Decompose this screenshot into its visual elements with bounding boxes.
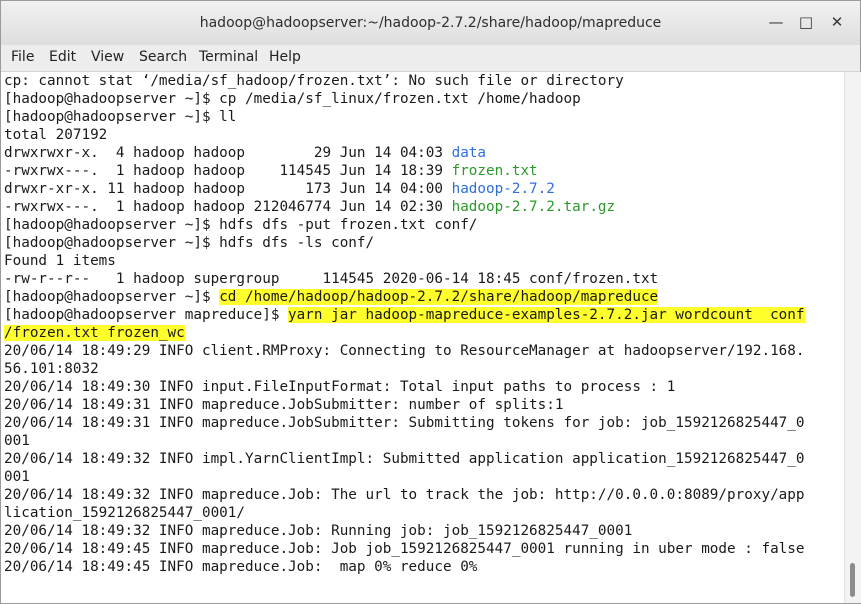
terminal-line: 20/06/14 18:49:45 INFO mapreduce.Job: ma… <box>4 558 477 576</box>
scrollbar-thumb[interactable] <box>850 563 855 597</box>
terminal-text: [hadoop@hadoopserver mapreduce]$ <box>4 307 289 323</box>
terminal-output[interactable]: cp: cannot stat ‘/media/sf_hadoop/frozen… <box>1 72 844 603</box>
terminal-line: lication_1592126825447_0001/ <box>4 504 245 522</box>
terminal-text: 001 <box>4 433 30 449</box>
menu-edit[interactable]: Edit <box>49 49 76 65</box>
terminal-text: 20/06/14 18:49:31 INFO mapreduce.JobSubm… <box>4 415 805 431</box>
terminal-line: Found 1 items <box>4 252 116 270</box>
vertical-scrollbar[interactable] <box>844 72 861 603</box>
terminal-line: 20/06/14 18:49:32 INFO mapreduce.Job: Th… <box>4 486 805 504</box>
terminal-text: 20/06/14 18:49:32 INFO impl.YarnClientIm… <box>4 451 805 467</box>
terminal-text: [hadoop@hadoopserver ~]$ <box>4 289 220 305</box>
terminal-line: [hadoop@hadoopserver ~]$ cp /media/sf_li… <box>4 90 581 108</box>
menu-view[interactable]: View <box>91 49 124 65</box>
terminal-line: [hadoop@hadoopserver ~]$ hdfs dfs -ls co… <box>4 234 374 252</box>
highlighted-command: cd /home/hadoop/hadoop-2.7.2/share/hadoo… <box>219 289 659 305</box>
terminal-text: -rwxrwx---. 1 hadoop hadoop 114545 Jun 1… <box>4 163 452 179</box>
terminal-line: 001 <box>4 432 30 450</box>
terminal-text: [hadoop@hadoopserver ~]$ hdfs dfs -put f… <box>4 217 478 233</box>
menu-file[interactable]: File <box>11 49 34 65</box>
terminal-line: -rwxrwx---. 1 hadoop hadoop 212046774 Ju… <box>4 198 615 216</box>
menu-help[interactable]: Help <box>269 49 301 65</box>
terminal-line: 20/06/14 18:49:29 INFO client.RMProxy: C… <box>4 342 805 360</box>
terminal-line: 20/06/14 18:49:45 INFO mapreduce.Job: Jo… <box>4 540 805 558</box>
terminal-text: 56.101:8032 <box>4 361 99 377</box>
highlighted-command: yarn jar hadoop-mapreduce-examples-2.7.2… <box>288 307 805 323</box>
terminal-text: cp: cannot stat ‘/media/sf_hadoop/frozen… <box>4 73 624 89</box>
terminal-line: 20/06/14 18:49:31 INFO mapreduce.JobSubm… <box>4 396 563 414</box>
terminal-line: 56.101:8032 <box>4 360 99 378</box>
title-bar[interactable]: hadoop@hadoopserver:~/hadoop-2.7.2/share… <box>1 1 860 46</box>
terminal-text: Found 1 items <box>4 253 116 269</box>
file-name: hadoop-2.7.2.tar.gz <box>451 199 616 215</box>
terminal-text: 20/06/14 18:49:45 INFO mapreduce.Job: ma… <box>4 559 478 575</box>
terminal-line: -rwxrwx---. 1 hadoop hadoop 114545 Jun 1… <box>4 162 538 180</box>
terminal-text: 20/06/14 18:49:29 INFO client.RMProxy: C… <box>4 343 805 359</box>
terminal-text: [hadoop@hadoopserver ~]$ cp /media/sf_li… <box>4 91 581 107</box>
terminal-text: lication_1592126825447_0001/ <box>4 505 246 521</box>
menu-terminal[interactable]: Terminal <box>199 49 258 65</box>
terminal-line: -rw-r--r-- 1 hadoop supergroup 114545 20… <box>4 270 658 288</box>
terminal-text: 20/06/14 18:49:30 INFO input.FileInputFo… <box>4 379 676 395</box>
terminal-window: hadoop@hadoopserver:~/hadoop-2.7.2/share… <box>0 0 861 604</box>
terminal-text: 20/06/14 18:49:32 INFO mapreduce.Job: Ru… <box>4 523 633 539</box>
terminal-line: total 207192 <box>4 126 107 144</box>
terminal-line: /frozen.txt frozen_wc <box>4 324 185 342</box>
terminal-line: [hadoop@hadoopserver ~]$ cd /home/hadoop… <box>4 288 659 306</box>
maximize-icon[interactable]: □ <box>797 13 815 31</box>
terminal-line: drwxrwxr-x. 4 hadoop hadoop 29 Jun 14 04… <box>4 144 486 162</box>
terminal-text: 001 <box>4 469 30 485</box>
file-name: frozen.txt <box>451 163 538 179</box>
terminal-text: drwxr-xr-x. 11 hadoop hadoop 173 Jun 14 … <box>4 181 452 197</box>
window-title: hadoop@hadoopserver:~/hadoop-2.7.2/share… <box>199 15 662 31</box>
terminal-line: 001 <box>4 468 30 486</box>
terminal-text: [hadoop@hadoopserver ~]$ hdfs dfs -ls co… <box>4 235 375 251</box>
terminal-text: 20/06/14 18:49:45 INFO mapreduce.Job: Jo… <box>4 541 805 557</box>
terminal-line: [hadoop@hadoopserver ~]$ hdfs dfs -put f… <box>4 216 477 234</box>
terminal-text: 20/06/14 18:49:31 INFO mapreduce.JobSubm… <box>4 397 564 413</box>
terminal-text: drwxrwxr-x. 4 hadoop hadoop 29 Jun 14 04… <box>4 145 452 161</box>
terminal-line: 20/06/14 18:49:30 INFO input.FileInputFo… <box>4 378 675 396</box>
terminal-line: 20/06/14 18:49:32 INFO mapreduce.Job: Ru… <box>4 522 632 540</box>
close-icon[interactable]: ✕ <box>828 13 846 31</box>
terminal-text: -rwxrwx---. 1 hadoop hadoop 212046774 Ju… <box>4 199 452 215</box>
terminal-line: cp: cannot stat ‘/media/sf_hadoop/frozen… <box>4 72 624 90</box>
terminal-line: [hadoop@hadoopserver mapreduce]$ yarn ja… <box>4 306 805 324</box>
file-name: hadoop-2.7.2 <box>451 181 555 197</box>
terminal-text: total 207192 <box>4 127 108 143</box>
menu-bar: File Edit View Search Terminal Help <box>1 45 860 72</box>
terminal-text: -rw-r--r-- 1 hadoop supergroup 114545 20… <box>4 271 659 287</box>
file-name: data <box>451 145 487 161</box>
terminal-line: [hadoop@hadoopserver ~]$ ll <box>4 108 236 126</box>
terminal-line: 20/06/14 18:49:32 INFO impl.YarnClientIm… <box>4 450 805 468</box>
minimize-icon[interactable]: — <box>767 13 785 31</box>
highlighted-command: /frozen.txt frozen_wc <box>4 325 185 341</box>
terminal-line: drwxr-xr-x. 11 hadoop hadoop 173 Jun 14 … <box>4 180 555 198</box>
terminal-text: [hadoop@hadoopserver ~]$ ll <box>4 109 237 125</box>
terminal-line: 20/06/14 18:49:31 INFO mapreduce.JobSubm… <box>4 414 805 432</box>
menu-search[interactable]: Search <box>139 49 187 65</box>
terminal-text: 20/06/14 18:49:32 INFO mapreduce.Job: Th… <box>4 487 805 503</box>
